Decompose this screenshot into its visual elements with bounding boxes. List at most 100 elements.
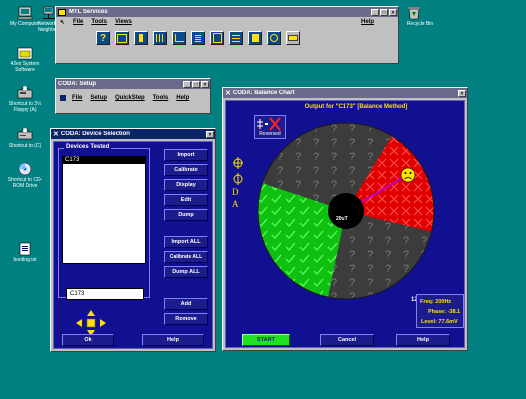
output-title: Output for "C173" [Balance Method] (304, 104, 408, 110)
connect-tool-icon[interactable] (286, 31, 300, 45)
menu-tools[interactable]: Tools (91, 19, 107, 25)
center-label: 20uT (336, 216, 348, 222)
document-tool-icon[interactable] (248, 31, 262, 45)
calibrate-all-button[interactable]: Calibrate ALL (164, 251, 208, 263)
edit-button[interactable]: Edit (164, 194, 208, 206)
list-tool-icon[interactable] (191, 31, 205, 45)
help-button[interactable]: Help (396, 334, 450, 346)
panel-tool-icon[interactable] (115, 31, 129, 45)
balance-body: Output for "C173" [Balance Method] Rever… (225, 100, 465, 348)
readout-panel: Freq: 200Hz Phase: -38.1 Level: 77.6mV (416, 294, 464, 328)
minimize-icon[interactable]: _ (183, 80, 191, 88)
desktop-icon-label: Shortcut to 3½ Floppy (A) (8, 101, 42, 113)
balance-disc[interactable]: ? (256, 121, 436, 301)
device-titlebar[interactable]: ✕ CODA: Device Selection × (51, 129, 215, 139)
help-tool-icon[interactable]: ? (96, 31, 110, 45)
grid-tool-icon[interactable] (153, 31, 167, 45)
menu-help[interactable]: Help (361, 19, 374, 25)
add-button[interactable]: Add (164, 298, 208, 310)
desktop-icon-cdrom[interactable]: Shortcut to CD-ROM Drive (2, 162, 48, 189)
search-tool-icon[interactable] (267, 31, 281, 45)
menu-views[interactable]: Views (115, 19, 132, 25)
services-app-icon (58, 8, 66, 16)
desktop-icon-system-software[interactable]: 42ex System Software (2, 46, 48, 73)
balance-app-icon: ✕ (225, 90, 231, 97)
close-icon[interactable]: × (458, 89, 466, 97)
desktop-icon-drive-c[interactable]: Shortcut to (C) (2, 128, 48, 149)
balance-title: CODA: Balance Chart (232, 90, 295, 96)
level-readout: Level: 77.6mV (421, 319, 458, 325)
desktop-icon-floppy[interactable]: Shortcut to 3½ Floppy (A) (2, 86, 48, 113)
drive-icon (17, 128, 33, 140)
center-hub (328, 193, 364, 229)
desktop-icon-bootlog[interactable]: bootlog.txt (2, 242, 48, 263)
desktop-icon-label: Shortcut to CD-ROM Drive (7, 177, 43, 189)
chart-tool-icon[interactable] (172, 31, 186, 45)
report-tool-icon[interactable] (210, 31, 224, 45)
dump-all-button[interactable]: Dump ALL (164, 266, 208, 278)
minimize-icon[interactable]: _ (371, 8, 379, 16)
menu-quickstep[interactable]: QuickStep (115, 95, 145, 101)
setup-title: CODA: Setup (58, 81, 96, 87)
cancel-button[interactable]: Cancel (320, 334, 374, 346)
setup-menu-icon (60, 95, 66, 101)
table-tool-icon[interactable] (229, 31, 243, 45)
services-title: MTL Services (69, 9, 108, 15)
start-button[interactable]: START (242, 334, 290, 346)
device-tool-icon[interactable] (134, 31, 148, 45)
ok-button[interactable]: Ok (62, 334, 114, 346)
level-smiley-icon (400, 167, 416, 183)
device-list[interactable]: C173 (62, 156, 146, 264)
desktop-icon-label: My Computer (9, 21, 40, 27)
desktop-icon-label: bootlog.txt (13, 257, 37, 263)
services-titlebar[interactable]: MTL Services _ □ × (56, 7, 398, 17)
maximize-icon[interactable]: □ (192, 80, 200, 88)
probe-icon (233, 157, 243, 185)
calibrate-button[interactable]: Calibrate (164, 164, 208, 176)
setup-menubar: File Setup QuickStep Tools Help (56, 93, 210, 103)
setup-window: CODA: Setup _ □ × File Setup QuickStep T… (55, 78, 211, 114)
list-item[interactable]: C173 (63, 157, 145, 164)
desktop-icon-label: 42ex System Software (10, 61, 40, 73)
balance-window: ✕ CODA: Balance Chart × Output for "C173… (222, 87, 468, 351)
navigation-arrows-icon[interactable] (76, 310, 106, 336)
help-button[interactable]: Help (142, 334, 204, 346)
menu-setup[interactable]: Setup (90, 95, 107, 101)
dump-button[interactable]: Dump (164, 209, 208, 221)
side-letter-d: D (232, 187, 239, 197)
balance-titlebar[interactable]: ✕ CODA: Balance Chart × (223, 88, 467, 98)
menu-file[interactable]: File (72, 95, 82, 101)
close-icon[interactable]: × (201, 80, 209, 88)
file-icon (19, 242, 31, 256)
cdrom-icon (18, 162, 32, 176)
computer-icon (17, 6, 33, 20)
services-window: MTL Services _ □ × ↖ File Tools Views He… (55, 6, 399, 64)
menu-tools[interactable]: Tools (153, 95, 169, 101)
import-all-button[interactable]: Import ALL (164, 236, 208, 248)
phase-readout: Phase: -38.1 (428, 309, 461, 315)
folder-icon (17, 47, 33, 60)
device-name-field[interactable]: C173 (66, 288, 144, 300)
floppy-icon (17, 86, 33, 99)
desktop-icon-label: Shortcut to (C) (8, 143, 42, 149)
desktop-icon-label: Recycle Bin (406, 21, 434, 27)
close-icon[interactable]: × (206, 130, 214, 138)
remove-button[interactable]: Remove (164, 313, 208, 325)
display-button[interactable]: Display (164, 179, 208, 191)
recycle-bin-icon (408, 7, 420, 20)
setup-titlebar[interactable]: CODA: Setup _ □ × (56, 79, 210, 89)
services-toolbar: ? (56, 27, 398, 45)
devices-tested-label: Devices Tested (64, 144, 112, 150)
side-letter-a: A (232, 199, 239, 209)
services-menubar: ↖ File Tools Views Help (56, 17, 398, 27)
freq-readout: Freq: 200Hz (420, 299, 452, 305)
pointer-icon: ↖ (60, 19, 66, 26)
menu-file[interactable]: File (73, 19, 83, 25)
device-title: CODA: Device Selection (60, 131, 130, 137)
menu-help[interactable]: Help (176, 95, 189, 101)
device-window: ✕ CODA: Device Selection × Devices Teste… (50, 128, 216, 352)
import-button[interactable]: Import (164, 149, 208, 161)
device-app-icon: ✕ (53, 131, 59, 138)
maximize-icon[interactable]: □ (380, 8, 388, 16)
close-icon[interactable]: × (389, 8, 397, 16)
